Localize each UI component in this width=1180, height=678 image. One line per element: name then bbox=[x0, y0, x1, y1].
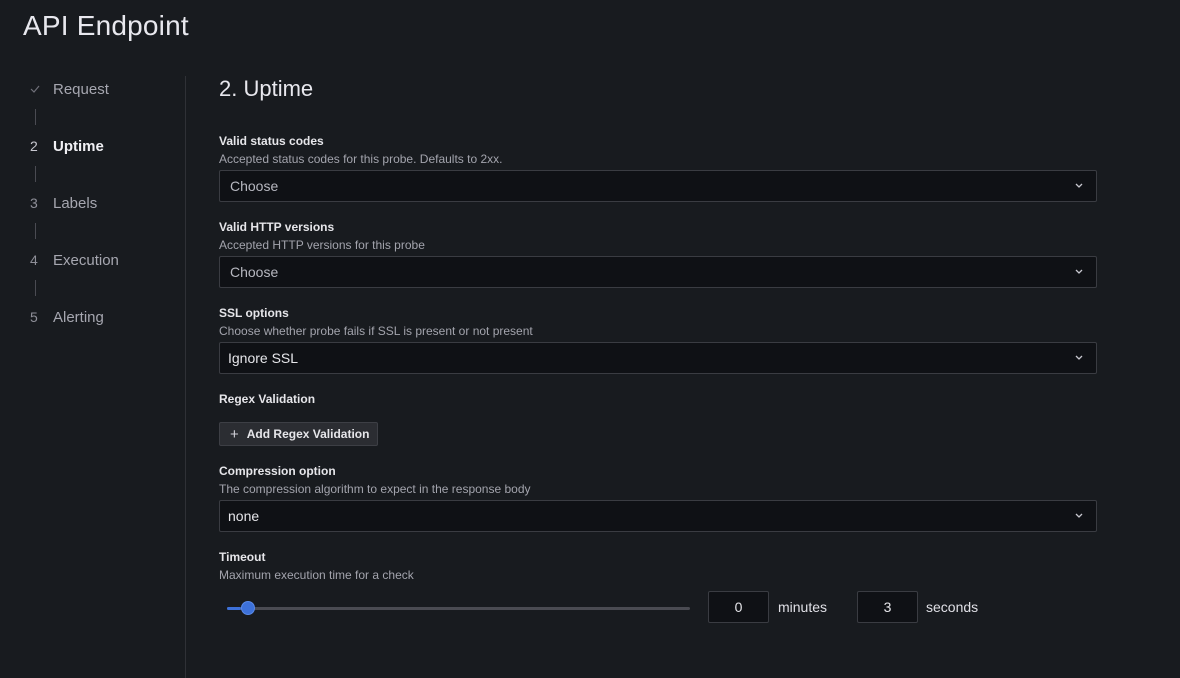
vertical-divider bbox=[185, 76, 186, 678]
slider-fill bbox=[227, 607, 241, 610]
page: API Endpoint Request 2 Uptime 3 Labels 4… bbox=[0, 0, 1180, 678]
seconds-input[interactable]: 3 bbox=[857, 591, 918, 623]
seconds-label: seconds bbox=[926, 599, 979, 615]
step-number: 5 bbox=[30, 309, 38, 325]
ssl-options-select[interactable]: Ignore SSL bbox=[219, 342, 1097, 374]
step-label: Request bbox=[53, 80, 109, 98]
slider-handle[interactable] bbox=[240, 601, 255, 615]
chevron-down-icon bbox=[1075, 513, 1083, 518]
step-connector bbox=[35, 280, 36, 296]
field-description: The compression algorithm to expect in t… bbox=[219, 482, 531, 496]
step-number: 2 bbox=[30, 138, 38, 154]
plus-icon: + bbox=[230, 425, 239, 443]
uptime-form: 2. Uptime Valid status codes Accepted st… bbox=[219, 76, 1097, 625]
step-connector bbox=[35, 109, 36, 125]
step-label: Alerting bbox=[53, 308, 104, 326]
timeout-controls: 0 minutes 3 seconds bbox=[219, 591, 1097, 625]
step-number: 4 bbox=[30, 252, 38, 268]
status-codes-select[interactable]: Choose bbox=[219, 170, 1097, 202]
select-value: none bbox=[228, 508, 260, 524]
field-description: Maximum execution time for a check bbox=[219, 568, 414, 582]
compression-select[interactable]: none bbox=[219, 500, 1097, 532]
minutes-label: minutes bbox=[778, 599, 828, 615]
step-number: 3 bbox=[30, 195, 38, 211]
page-title: API Endpoint bbox=[23, 10, 189, 41]
status-codes-field: Valid status codes Accepted status codes… bbox=[219, 134, 1097, 202]
select-value: Choose bbox=[230, 178, 279, 194]
timeout-field: Timeout Maximum execution time for a che… bbox=[219, 550, 1097, 625]
chevron-down-icon bbox=[1075, 269, 1083, 274]
minutes-input[interactable]: 0 bbox=[708, 591, 769, 623]
http-versions-field: Valid HTTP versions Accepted HTTP versio… bbox=[219, 220, 1097, 288]
step-execution[interactable]: 4 Execution bbox=[30, 249, 180, 271]
chevron-down-icon bbox=[1075, 183, 1083, 188]
check-icon bbox=[30, 82, 53, 96]
chevron-down-icon bbox=[1075, 355, 1083, 360]
field-label: Timeout bbox=[219, 550, 266, 564]
compression-field: Compression option The compression algor… bbox=[219, 464, 1097, 532]
step-label: Uptime bbox=[53, 137, 104, 155]
field-label: Valid status codes bbox=[219, 134, 324, 148]
field-description: Accepted status codes for this probe. De… bbox=[219, 152, 503, 166]
regex-validation-field: Regex Validation + Add Regex Validation bbox=[219, 392, 1097, 446]
step-label: Execution bbox=[53, 251, 119, 269]
step-connector bbox=[35, 223, 36, 239]
step-alerting[interactable]: 5 Alerting bbox=[30, 306, 180, 328]
step-connector bbox=[35, 166, 36, 182]
step-label: Labels bbox=[53, 194, 98, 212]
field-label: Regex Validation bbox=[219, 392, 316, 406]
step-request[interactable]: Request bbox=[30, 78, 180, 100]
slider-track[interactable] bbox=[227, 607, 690, 610]
field-description: Accepted HTTP versions for this probe bbox=[219, 238, 425, 252]
add-regex-validation-button[interactable]: + Add Regex Validation bbox=[219, 422, 379, 446]
button-label: Add Regex Validation bbox=[246, 427, 370, 441]
ssl-options-field: SSL options Choose whether probe fails i… bbox=[219, 306, 1097, 374]
http-versions-select[interactable]: Choose bbox=[219, 256, 1097, 288]
select-value: Ignore SSL bbox=[228, 350, 299, 366]
step-uptime[interactable]: 2 Uptime bbox=[30, 135, 180, 157]
step-labels[interactable]: 3 Labels bbox=[30, 192, 180, 214]
section-title: 2. Uptime bbox=[219, 76, 314, 101]
field-description: Choose whether probe fails if SSL is pre… bbox=[219, 324, 533, 338]
select-value: Choose bbox=[230, 264, 279, 280]
field-label: Valid HTTP versions bbox=[219, 220, 335, 234]
wizard-stepper: Request 2 Uptime 3 Labels 4 Execution 5 … bbox=[30, 78, 180, 328]
field-label: SSL options bbox=[219, 306, 289, 320]
field-label: Compression option bbox=[219, 464, 336, 478]
